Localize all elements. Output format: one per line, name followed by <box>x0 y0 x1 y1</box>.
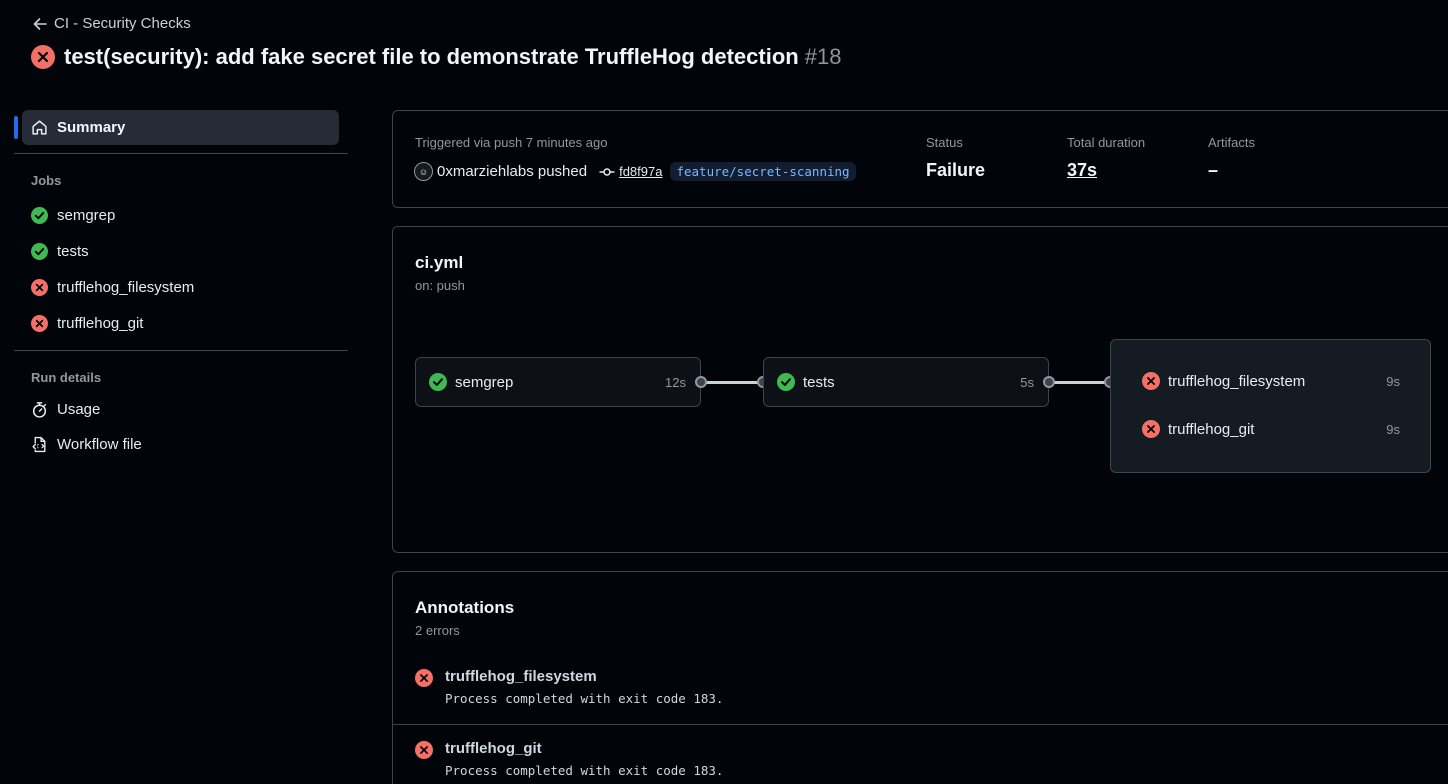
check-circle-icon <box>31 242 48 260</box>
graph-connector-dot <box>1043 376 1055 388</box>
graph-job-trufflehog-filesystem[interactable]: trufflehog_filesystem 9s <box>1142 372 1400 390</box>
run-details-heading: Run details <box>31 370 102 385</box>
job-name: trufflehog_git <box>1168 420 1255 438</box>
artifacts-value: – <box>1208 160 1219 180</box>
job-duration: 5s <box>1020 374 1034 390</box>
sidebar-job-label: trufflehog_filesystem <box>57 278 195 296</box>
run-summary-card: Triggered via push 7 minutes ago ☺ 0xmar… <box>392 110 1448 208</box>
avatar[interactable]: ☺ <box>414 162 433 181</box>
home-icon <box>32 120 47 135</box>
triggered-text: Triggered via push 7 minutes ago <box>415 135 608 150</box>
workflow-file-label: Workflow file <box>57 436 142 453</box>
page-title: test(security): add fake secret file to … <box>64 44 841 70</box>
sidebar-item-workflow-file[interactable]: Workflow file <box>14 427 348 462</box>
graph-job-group: trufflehog_filesystem 9s trufflehog_git … <box>1110 339 1431 473</box>
duration-label: Total duration <box>1067 135 1146 150</box>
workflow-graph-card: ci.yml on: push semgrep 12s tests 5s tru… <box>392 226 1448 553</box>
sidebar-item-usage[interactable]: Usage <box>14 392 348 427</box>
workflow-file-name[interactable]: ci.yml <box>415 253 463 273</box>
x-circle-icon <box>415 741 433 759</box>
workflow-trigger: on: push <box>415 278 465 293</box>
jobs-list: semgrep tests trufflehog_filesystem truf… <box>14 197 348 341</box>
commit-sha-link[interactable]: fd8f97a <box>619 164 662 179</box>
sidebar-job-trufflehog-git[interactable]: trufflehog_git <box>14 305 348 341</box>
divider <box>393 724 1448 725</box>
git-commit-icon <box>599 167 615 176</box>
check-circle-icon <box>777 373 795 391</box>
artifacts-stat: Artifacts – <box>1208 135 1255 181</box>
sidebar: Summary Jobs semgrep tests trufflehog_fi… <box>14 110 348 462</box>
sidebar-job-tests[interactable]: tests <box>14 233 348 269</box>
failure-icon <box>31 45 55 69</box>
annotation-job-link[interactable]: trufflehog_filesystem <box>445 668 723 685</box>
status-value: Failure <box>926 160 986 180</box>
annotation-message: Process completed with exit code 183. <box>445 763 724 778</box>
job-duration: 9s <box>1386 373 1400 389</box>
x-circle-icon <box>1142 372 1160 390</box>
annotation-item: trufflehog_filesystem Process completed … <box>415 668 723 706</box>
x-circle-icon <box>31 314 48 332</box>
back-link-label: CI - Security Checks <box>54 15 191 32</box>
status-label: Status <box>926 135 963 150</box>
check-circle-icon <box>429 373 447 391</box>
graph-connector <box>1050 381 1111 384</box>
x-circle-icon <box>31 278 48 296</box>
x-circle-icon <box>1142 420 1160 438</box>
annotation-message: Process completed with exit code 183. <box>445 691 724 706</box>
jobs-heading: Jobs <box>31 173 62 188</box>
run-title: test(security): add fake secret file to … <box>64 44 799 69</box>
graph-connector-dot <box>695 376 707 388</box>
sidebar-job-label: trufflehog_git <box>57 314 144 332</box>
actor-text: 0xmarziehlabs pushed <box>437 163 588 180</box>
arrow-left-icon <box>33 17 47 30</box>
file-code-icon <box>32 436 46 453</box>
graph-job-semgrep[interactable]: semgrep 12s <box>415 357 701 407</box>
sidebar-item-summary[interactable]: Summary <box>14 110 339 145</box>
duration-stat: Total duration 37s <box>1067 135 1145 181</box>
sidebar-job-semgrep[interactable]: semgrep <box>14 197 348 233</box>
divider <box>14 350 348 351</box>
sidebar-job-label: semgrep <box>57 206 116 224</box>
annotations-count: 2 errors <box>415 623 460 638</box>
branch-label[interactable]: feature/secret-scanning <box>670 162 856 181</box>
job-duration: 9s <box>1386 421 1400 437</box>
sidebar-job-trufflehog-filesystem[interactable]: trufflehog_filesystem <box>14 269 348 305</box>
job-name: semgrep <box>455 373 514 391</box>
x-circle-icon <box>415 669 433 687</box>
annotation-item: trufflehog_git Process completed with ex… <box>415 740 723 778</box>
run-number: #18 <box>804 44 842 69</box>
job-name: tests <box>803 373 835 391</box>
status-stat: Status Failure <box>926 135 985 181</box>
stopwatch-icon <box>32 402 47 418</box>
divider <box>14 153 348 154</box>
duration-link[interactable]: 37s <box>1067 160 1145 181</box>
job-name: trufflehog_filesystem <box>1168 372 1306 390</box>
graph-job-trufflehog-git[interactable]: trufflehog_git 9s <box>1142 420 1400 438</box>
push-info: ☺ 0xmarziehlabs pushed fd8f97a feature/s… <box>414 162 856 181</box>
annotations-card: Annotations 2 errors trufflehog_filesyst… <box>392 571 1448 784</box>
artifacts-label: Artifacts <box>1208 135 1255 150</box>
sidebar-job-label: tests <box>57 242 89 260</box>
usage-label: Usage <box>57 401 101 418</box>
summary-label: Summary <box>57 119 126 136</box>
annotations-title: Annotations <box>415 598 515 617</box>
page-title-row: test(security): add fake secret file to … <box>31 44 841 70</box>
graph-connector <box>702 381 764 384</box>
annotation-job-link[interactable]: trufflehog_git <box>445 740 723 757</box>
back-link[interactable]: CI - Security Checks <box>32 15 191 32</box>
graph-job-tests[interactable]: tests 5s <box>763 357 1049 407</box>
check-circle-icon <box>31 206 48 224</box>
job-duration: 12s <box>665 374 686 390</box>
